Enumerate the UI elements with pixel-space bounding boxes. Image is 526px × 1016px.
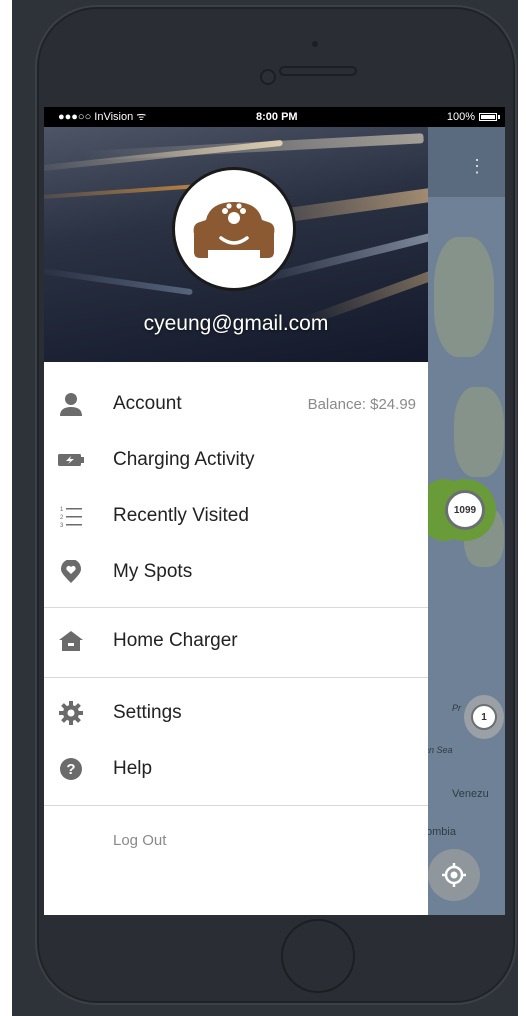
balance-text: Balance: $24.99 (307, 396, 416, 413)
light-streak (44, 267, 193, 296)
battery-tip (498, 115, 500, 119)
status-time: 8:00 PM (256, 111, 298, 123)
menu-item-home-charger[interactable]: Home Charger (44, 612, 428, 668)
carrier-label: ●●●○○ InVision ᯤ (58, 111, 147, 123)
menu-divider (44, 805, 428, 806)
svg-text:?: ? (66, 761, 75, 778)
menu-label-my-spots: My Spots (113, 561, 193, 582)
menu-label-recently-visited: Recently Visited (113, 505, 249, 526)
menu-divider (44, 677, 428, 678)
navigation-drawer: cyeung@gmail.com Account Balance: $24.99… (44, 127, 428, 915)
front-camera (260, 69, 276, 85)
proximity-sensor (312, 41, 318, 47)
my-location-button[interactable] (428, 849, 480, 901)
menu-label-charging-activity: Charging Activity (113, 449, 255, 470)
cluster-small-count: 1 (471, 704, 497, 730)
map-landmass (434, 237, 494, 357)
map-label-colombia: ombia (426, 826, 456, 838)
map-label-pr: Pr (452, 703, 461, 713)
menu-item-settings[interactable]: Settings (44, 684, 428, 740)
menu-item-my-spots[interactable]: My Spots (44, 543, 428, 599)
crosshair-icon (442, 863, 466, 887)
phone-screen: ●●●○○ InVision ᯤ 8:00 PM 100% ⋮ 1099 Pr … (44, 107, 505, 915)
home-button[interactable] (281, 919, 355, 993)
avatar-image (177, 172, 291, 286)
menu-item-help[interactable]: ? Help (44, 740, 428, 796)
map-toolbar: ⋮ (424, 127, 505, 197)
map-label-venezuela: Venezu (452, 788, 489, 800)
svg-text:3: 3 (60, 523, 64, 528)
menu-item-charging-activity[interactable]: Charging Activity (44, 431, 428, 487)
menu-item-account[interactable]: Account Balance: $24.99 (44, 375, 428, 431)
map-label-sea: an Sea (424, 745, 453, 755)
menu-divider (44, 607, 428, 608)
menu-item-recently-visited[interactable]: 1 2 3 Recently Visited (44, 487, 428, 543)
map-cluster-large[interactable]: 1099 (434, 479, 496, 541)
svg-text:2: 2 (60, 515, 64, 521)
status-bar: ●●●○○ InVision ᯤ 8:00 PM 100% (44, 107, 505, 127)
numbered-list-icon: 1 2 3 (58, 503, 84, 529)
help-icon: ? (58, 756, 84, 782)
avatar[interactable] (172, 167, 296, 291)
drawer-header: cyeung@gmail.com (44, 127, 428, 362)
menu-label-account: Account (113, 393, 182, 414)
earpiece-speaker (279, 66, 357, 76)
person-icon (58, 391, 84, 417)
battery-icon (479, 113, 497, 121)
home-icon (58, 628, 84, 654)
light-streak (83, 133, 424, 161)
map-view[interactable]: ⋮ 1099 Pr 1 an Sea Venezu ombia (418, 127, 505, 915)
user-email: cyeung@gmail.com (143, 312, 329, 335)
gear-icon (58, 700, 84, 726)
svg-text:1: 1 (60, 507, 64, 513)
logout-link[interactable]: Log Out (113, 832, 166, 849)
menu-label-settings: Settings (113, 702, 182, 723)
battery-percent: 100% (446, 111, 475, 123)
cluster-count: 1099 (445, 490, 485, 530)
car-paw-logo-icon (193, 202, 275, 258)
heart-pin-icon (58, 559, 84, 585)
battery-charging-icon (58, 447, 84, 473)
map-cluster-small[interactable]: 1 (464, 695, 504, 739)
menu-label-help: Help (113, 758, 153, 779)
menu-label-home-charger: Home Charger (113, 630, 238, 651)
map-landmass (454, 387, 504, 477)
more-vertical-icon[interactable]: ⋮ (468, 157, 486, 175)
